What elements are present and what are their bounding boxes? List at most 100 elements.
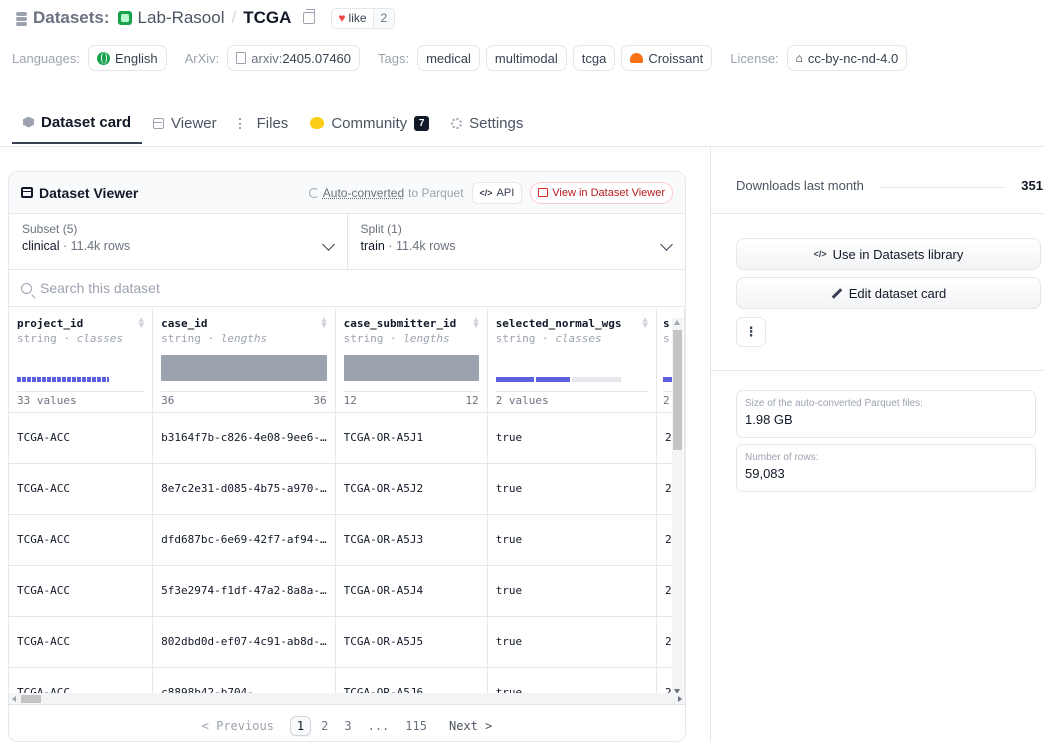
table-row[interactable]: TCGA-ACC 5f3e2974-f1df-47a2-8a8a-… TCGA-… (9, 565, 685, 617)
subset-select[interactable]: Subset (5) clinical · 11.4k rows (9, 214, 347, 269)
like-count[interactable]: 2 (372, 8, 395, 28)
like-button[interactable]: ♥ like 2 (331, 7, 396, 29)
tab-label: Files (256, 114, 289, 132)
table-cell[interactable]: c8898b42-b704- (152, 667, 336, 693)
page-button-1[interactable]: 1 (289, 716, 312, 736)
column-name: project_id (17, 317, 84, 330)
scroll-up-icon[interactable] (674, 320, 680, 325)
viewer-icon (153, 117, 165, 129)
refresh-icon (308, 187, 319, 198)
column-header[interactable]: case_id string · lengths ▲ ▼ 36 36 (152, 309, 336, 413)
table-cell[interactable]: TCGA-OR-A5J4 (335, 565, 488, 617)
tab-files[interactable]: Files (228, 102, 300, 144)
table-row[interactable]: TCGA-ACC c8898b42-b704- TCGA-OR-A5J6 tru… (9, 667, 685, 693)
column-header[interactable]: selected_normal_wgs string · classes ▲ ▼ … (487, 309, 657, 413)
org-avatar-icon[interactable] (117, 11, 132, 25)
arxiv-chip[interactable]: arxiv:2405.07460 (227, 45, 361, 71)
table-row[interactable]: TCGA-ACC dfd687bc-6e69-42f7-af94-… TCGA-… (9, 514, 685, 566)
tag-chip-medical[interactable]: medical (417, 45, 480, 71)
sidebar-divider (711, 370, 1044, 371)
table-cell[interactable]: TCGA-OR-A5J1 (335, 412, 488, 464)
scroll-thumb[interactable] (21, 695, 41, 703)
tab-community[interactable]: Community 7 (299, 102, 440, 144)
table-cell[interactable]: TCGA-OR-A5J3 (335, 514, 488, 566)
database-icon (16, 11, 27, 26)
table-row[interactable]: TCGA-ACC b3164f7b-c826-4e08-9ee6-… TCGA-… (9, 412, 685, 464)
table-cell[interactable]: TCGA-OR-A5J6 (335, 667, 488, 693)
search-input[interactable]: Search this dataset (9, 270, 685, 307)
org-name-link[interactable]: Lab-Rasool (138, 8, 225, 28)
table-cell[interactable]: dfd687bc-6e69-42f7-af94-… (152, 514, 336, 566)
next-page-button[interactable]: Next > (443, 717, 498, 735)
dataset-name-link[interactable]: TCGA (243, 8, 291, 28)
table-cell[interactable]: TCGA-OR-A5J2 (335, 463, 488, 515)
table-cell[interactable]: TCGA-ACC (9, 565, 154, 617)
column-header[interactable]: project_id string · classes ▲ ▼ 33 values (9, 309, 154, 413)
language-chip[interactable]: English (87, 45, 167, 71)
downloads-label: Downloads last month (736, 177, 864, 193)
pagination: < Previous 1 2 3 ... 115 Next > (9, 712, 685, 740)
tab-label: Settings (469, 114, 524, 132)
table-cell[interactable]: true (487, 616, 657, 668)
tab-viewer[interactable]: Viewer (142, 102, 228, 144)
more-options-button[interactable]: ⋮ (736, 317, 766, 347)
horizontal-scrollbar[interactable] (9, 693, 685, 705)
column-header[interactable]: case_submitter_id string · lengths ▲ ▼ 12… (335, 309, 488, 413)
edit-dataset-card-button[interactable]: Edit dataset card (736, 277, 1041, 309)
tag-chip-tcga[interactable]: tcga (572, 45, 616, 71)
table-cell[interactable]: TCGA-ACC (9, 514, 154, 566)
auto-converted-link[interactable]: Auto-converted (323, 186, 404, 200)
column-histogram (343, 355, 479, 381)
auto-converted-note: Auto-converted to Parquet (308, 186, 464, 200)
vertical-scrollbar[interactable] (672, 318, 683, 696)
table-cell[interactable]: 8e7c2e31-d085-4b75-a970-… (152, 463, 336, 515)
table-cell[interactable]: TCGA-ACC (9, 616, 154, 668)
datasets-label[interactable]: Datasets: (33, 8, 110, 28)
column-stat: 33 values (17, 394, 77, 407)
table-cell[interactable]: TCGA-ACC (9, 667, 154, 693)
table-cell[interactable]: TCGA-ACC (9, 412, 154, 464)
table-cell[interactable]: TCGA-ACC (9, 463, 154, 515)
table-row[interactable]: TCGA-ACC 802dbd0d-ef07-4c91-ab8d-… TCGA-… (9, 616, 685, 668)
use-in-datasets-library-button[interactable]: </> Use in Datasets library (736, 238, 1041, 270)
column-stat: 12 (343, 394, 357, 407)
view-in-dataset-viewer-button[interactable]: View in Dataset Viewer (530, 181, 673, 204)
api-button[interactable]: </> API (471, 181, 523, 204)
sort-icon[interactable]: ▲ ▼ (473, 316, 478, 331)
croissant-chip[interactable]: Croissant (621, 45, 713, 71)
table-cell[interactable]: true (487, 667, 657, 693)
page-button-3[interactable]: 3 (338, 717, 357, 735)
tab-dataset-card[interactable]: Dataset card (12, 102, 143, 144)
viewer-title: Dataset Viewer (39, 184, 139, 201)
table-cell[interactable]: TCGA-OR-A5J5 (335, 616, 488, 668)
page-button-2[interactable]: 2 (315, 717, 334, 735)
table-cell[interactable]: true (487, 565, 657, 617)
scroll-right-icon[interactable] (678, 696, 682, 702)
page-button-115[interactable]: 115 (399, 717, 433, 735)
license-chip[interactable]: ⌂ cc-by-nc-nd-4.0 (786, 45, 908, 71)
previous-page-button[interactable]: < Previous (196, 717, 280, 735)
sort-icon[interactable]: ▲ ▼ (139, 316, 144, 331)
tab-settings[interactable]: Settings (440, 102, 534, 144)
community-count-badge: 7 (414, 115, 430, 131)
scroll-thumb[interactable] (673, 330, 682, 450)
column-type: string (495, 332, 536, 345)
scroll-left-icon[interactable] (12, 696, 16, 702)
sort-icon[interactable]: ▲ ▼ (321, 316, 326, 331)
table-cell[interactable]: b3164f7b-c826-4e08-9ee6-… (152, 412, 336, 464)
tag-chip-multimodal[interactable]: multimodal (485, 45, 567, 71)
copy-icon[interactable] (303, 9, 316, 24)
split-select[interactable]: Split (1) train · 11.4k rows (346, 214, 686, 269)
table-row[interactable]: TCGA-ACC 8e7c2e31-d085-4b75-a970-… TCGA-… (9, 463, 685, 515)
table-cell[interactable]: true (487, 514, 657, 566)
table-cell[interactable]: true (487, 412, 657, 464)
table-cell[interactable]: 5f3e2974-f1df-47a2-8a8a-… (152, 565, 336, 617)
tab-label: Community (331, 114, 408, 132)
paper-icon (236, 52, 247, 64)
table-cell[interactable]: true (487, 463, 657, 515)
dataset-viewer: Dataset Viewer Auto-converted to Parquet… (8, 171, 686, 742)
table-cell[interactable]: 802dbd0d-ef07-4c91-ab8d-… (152, 616, 336, 668)
column-name: selected_normal_wgs (495, 317, 622, 330)
sort-icon[interactable]: ▲ ▼ (643, 316, 648, 331)
files-icon (238, 117, 250, 129)
